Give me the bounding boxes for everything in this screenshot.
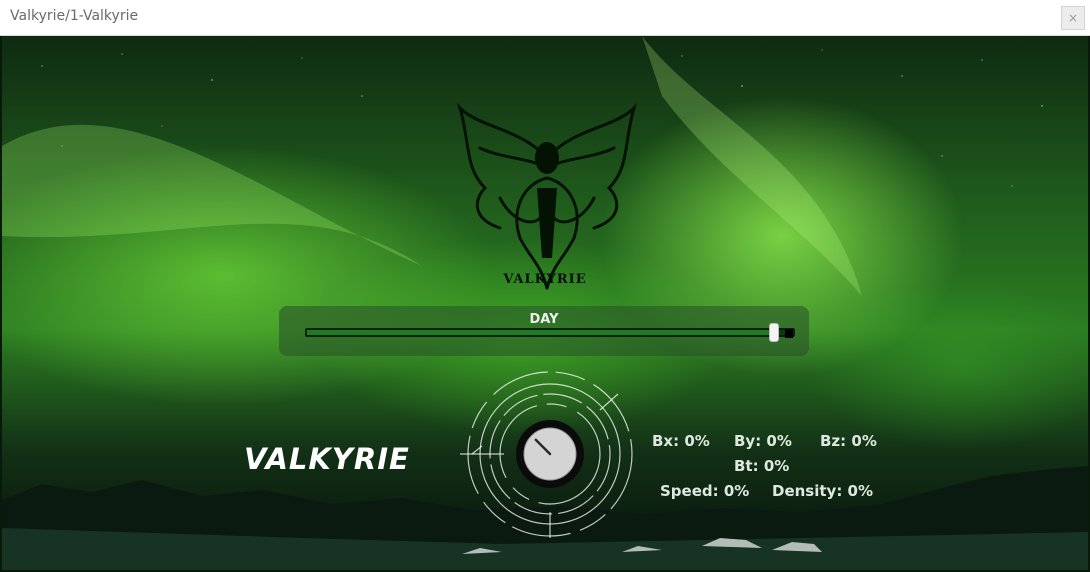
density-readout: Density: 0%: [772, 482, 874, 500]
day-slider-end-cap: [785, 329, 793, 338]
close-button[interactable]: ×: [1061, 6, 1085, 30]
mix-knob-icon[interactable]: [514, 418, 586, 490]
brand-logo-text: VALKYRIE: [244, 442, 410, 476]
day-slider-thumb[interactable]: [768, 323, 779, 342]
day-slider-track[interactable]: [305, 323, 795, 342]
day-slider-panel: DAY: [279, 306, 809, 356]
bt-readout: Bt: 0%: [734, 457, 790, 475]
by-readout: By: 0%: [734, 432, 792, 450]
close-icon: ×: [1067, 11, 1079, 25]
bx-readout: Bx: 0%: [652, 432, 710, 450]
winged-valkyrie-emblem-icon: [456, 102, 638, 290]
speed-readout: Speed: 0%: [660, 482, 750, 500]
emblem-wordmark: VALKYRIE: [503, 272, 587, 287]
day-slider-fill: [307, 330, 774, 335]
day-slider-label: DAY: [529, 312, 559, 327]
bz-readout: Bz: 0%: [820, 432, 877, 450]
window-title: Valkyrie/1-Valkyrie: [10, 8, 139, 24]
window-titlebar: Valkyrie/1-Valkyrie ×: [0, 0, 1090, 36]
plugin-stage: VALKYRIE DAY VALKYRIE Bx: 0% By: 0% Bz:: [2, 36, 1088, 570]
